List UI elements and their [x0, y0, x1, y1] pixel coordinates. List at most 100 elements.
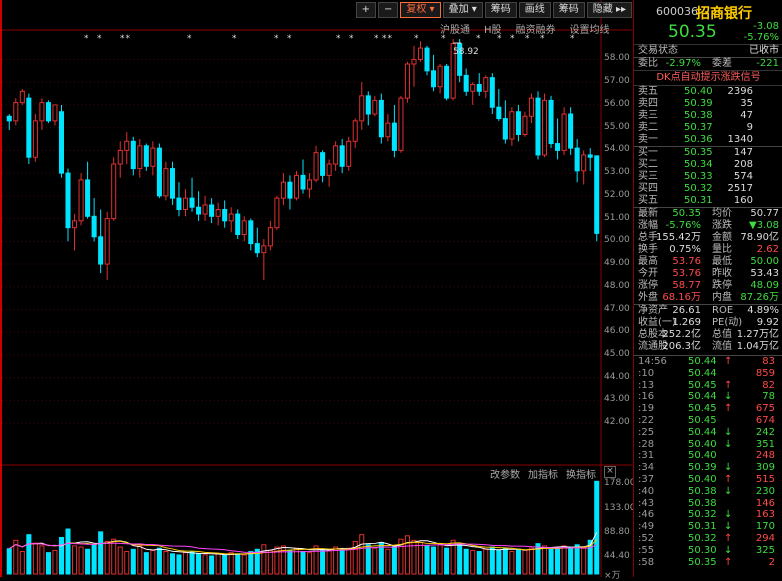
event-marker[interactable]: **	[382, 34, 393, 44]
event-marker[interactable]: **	[120, 34, 131, 44]
event-marker[interactable]: *	[187, 34, 193, 44]
tick-row[interactable]: :34 50.39 ↓ 309	[634, 462, 782, 474]
tick-row[interactable]: :22 50.45 674	[634, 415, 782, 427]
volume-bar	[52, 549, 58, 575]
candle-body	[52, 104, 58, 122]
close-icon[interactable]: ×	[604, 466, 616, 478]
event-marker[interactable]: *	[570, 34, 576, 44]
candle-body	[26, 97, 32, 158]
volume-bar	[189, 551, 195, 575]
stat-label: 最高	[638, 256, 658, 267]
candle-body	[248, 220, 254, 245]
subtab-2[interactable]: 融资融券	[516, 21, 556, 36]
volume-bar	[98, 531, 104, 575]
order-price: 50.32	[684, 183, 713, 194]
tick-price: 50.30	[688, 544, 717, 556]
event-marker[interactable]: *	[287, 34, 293, 44]
kline-chart[interactable]	[2, 0, 632, 577]
order-label: 买二	[638, 159, 658, 170]
candle-body	[39, 102, 45, 122]
toolbar-button-2[interactable]: 复权 ▾	[400, 2, 441, 18]
tick-row[interactable]: :49 50.31 ↓ 170	[634, 521, 782, 533]
event-marker[interactable]: *	[84, 34, 90, 44]
toolbar-button-6[interactable]: 筹码	[552, 2, 585, 18]
price-tick: 57.00	[604, 76, 630, 87]
volume-bar	[176, 554, 182, 575]
candle-body	[509, 111, 515, 140]
stat-value: 50.35	[672, 208, 701, 219]
subtab-3[interactable]: 设置均线	[570, 21, 610, 36]
volume-tool-1[interactable]: 加指标	[528, 466, 558, 481]
tick-price: 50.44	[688, 426, 717, 438]
volume-tool-0[interactable]: 改参数	[490, 466, 520, 481]
event-marker[interactable]: *	[414, 34, 420, 44]
high-price-marker: 58.92	[453, 47, 479, 57]
event-marker[interactable]: *	[274, 34, 280, 44]
toolbar-button-1[interactable]: −	[377, 2, 399, 18]
fundamental-row: 流通股 206.3亿 流值 1.04万亿	[634, 341, 782, 353]
tick-row[interactable]: :43 50.38 146	[634, 498, 782, 510]
candle-body	[404, 63, 410, 99]
tick-row[interactable]: :25 50.44 ↓ 242	[634, 427, 782, 439]
weibi-row: 委比 -2.97% 委差 -221	[634, 57, 782, 70]
dk-signal-link[interactable]: DK点自动提示涨跌信号	[634, 70, 782, 86]
tick-row[interactable]: :37 50.40 ↑ 515	[634, 474, 782, 486]
event-marker[interactable]: *	[525, 34, 531, 44]
toolbar-button-5[interactable]: 画线	[518, 2, 551, 18]
fundamental-row: 净资产 26.61 ROE 4.89%	[634, 305, 782, 317]
tick-arrow-icon: ↓	[724, 438, 733, 450]
candle-body	[85, 179, 91, 217]
event-marker[interactable]: *	[97, 34, 103, 44]
event-marker[interactable]: *	[349, 34, 355, 44]
stat-value: 58.77	[672, 280, 701, 291]
tick-row[interactable]: :19 50.45 ↑ 675	[634, 403, 782, 415]
candle-body	[300, 174, 306, 190]
price-block: 50.35 -3.08 -5.76%	[634, 20, 782, 45]
tick-row[interactable]: :52 50.32 ↑ 294	[634, 533, 782, 545]
toolbar-button-7[interactable]: 隐藏 ▸▸	[586, 2, 632, 18]
candle-body	[561, 113, 567, 151]
volume-bar	[391, 545, 397, 575]
event-marker[interactable]: *	[441, 34, 447, 44]
event-marker[interactable]: *	[510, 34, 516, 44]
tick-time: :52	[638, 532, 655, 544]
tick-row[interactable]: :31 50.40 248	[634, 450, 782, 462]
volume-bar	[202, 554, 208, 575]
tick-row[interactable]: 14:56 50.44 ↑ 83	[634, 356, 782, 368]
kline-chart-area[interactable]: + − 复权 ▾ 叠加 ▾ 筹码 画线 筹码 隐藏 ▸▸ 沪股通 H股 融资融券 设置均线 改参数加…	[2, 0, 636, 581]
volume-tool-2[interactable]: 换指标	[566, 466, 596, 481]
event-marker[interactable]: *	[232, 34, 238, 44]
candle-body	[287, 181, 293, 199]
toolbar-button-0[interactable]: +	[355, 2, 376, 18]
tick-row[interactable]: :28 50.40 ↓ 351	[634, 439, 782, 451]
tick-row[interactable]: :13 50.45 ↑ 82	[634, 380, 782, 392]
candle-body	[424, 47, 430, 72]
toolbar-button-3[interactable]: 叠加 ▾	[442, 2, 483, 18]
toolbar-button-4[interactable]: 筹码	[484, 2, 517, 18]
tick-volume: 170	[755, 521, 775, 533]
tick-list[interactable]: 14:56 50.44 ↑ 83:10 50.44 859:13 50.45 ↑ 82:16 50…	[634, 356, 782, 568]
tick-price: 50.32	[688, 532, 717, 544]
event-marker[interactable]: *	[476, 34, 482, 44]
stat-value: 155.42万	[656, 232, 701, 243]
volume-bar	[431, 546, 437, 575]
order-book-row: 买四 50.32 2517	[634, 183, 782, 195]
tick-row[interactable]: :55 50.30 ↓ 325	[634, 545, 782, 557]
tick-arrow-icon: ↑	[724, 379, 733, 391]
event-marker[interactable]: *	[374, 34, 380, 44]
tick-row[interactable]: :46 50.32 ↓ 163	[634, 509, 782, 521]
event-marker[interactable]: *	[336, 34, 342, 44]
tick-row[interactable]: :58 50.35 ↑ 2	[634, 557, 782, 569]
candle-body	[548, 99, 554, 145]
stat-value: 87.26万	[740, 292, 779, 303]
tick-row[interactable]: :16 50.44 ↓ 78	[634, 391, 782, 403]
fund-value: 4.89%	[747, 305, 779, 316]
tick-row[interactable]: :10 50.44 859	[634, 368, 782, 380]
volume-bar	[594, 480, 600, 575]
event-marker[interactable]: *	[540, 34, 546, 44]
event-marker[interactable]: *	[497, 34, 503, 44]
tick-row[interactable]: :40 50.38 ↓ 230	[634, 486, 782, 498]
stat-label: 涨幅	[638, 220, 658, 231]
status-label: 交易状态	[638, 45, 678, 56]
candle-body	[196, 206, 202, 215]
